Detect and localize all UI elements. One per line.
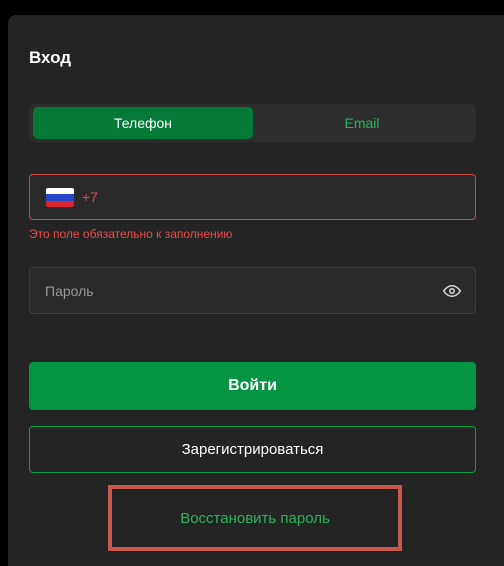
login-method-tabs: Телефон Email xyxy=(29,104,476,142)
login-button[interactable]: Войти xyxy=(29,362,476,410)
page-title: Вход xyxy=(29,48,72,67)
eye-icon[interactable] xyxy=(443,282,461,300)
login-modal: Вход Телефон Email Это поле обязательно … xyxy=(8,15,504,566)
recover-password-link[interactable]: Восстановить пароль xyxy=(108,485,402,551)
register-button[interactable]: Зарегистрироваться xyxy=(29,426,476,473)
russia-flag-icon[interactable] xyxy=(46,188,74,207)
phone-error-message: Это поле обязательно к заполнению xyxy=(29,227,233,241)
phone-input[interactable] xyxy=(82,175,462,219)
tab-phone[interactable]: Телефон xyxy=(33,107,253,139)
password-input[interactable] xyxy=(45,268,425,313)
tab-email[interactable]: Email xyxy=(252,107,472,139)
phone-field[interactable] xyxy=(29,174,476,220)
password-field[interactable] xyxy=(29,267,476,314)
